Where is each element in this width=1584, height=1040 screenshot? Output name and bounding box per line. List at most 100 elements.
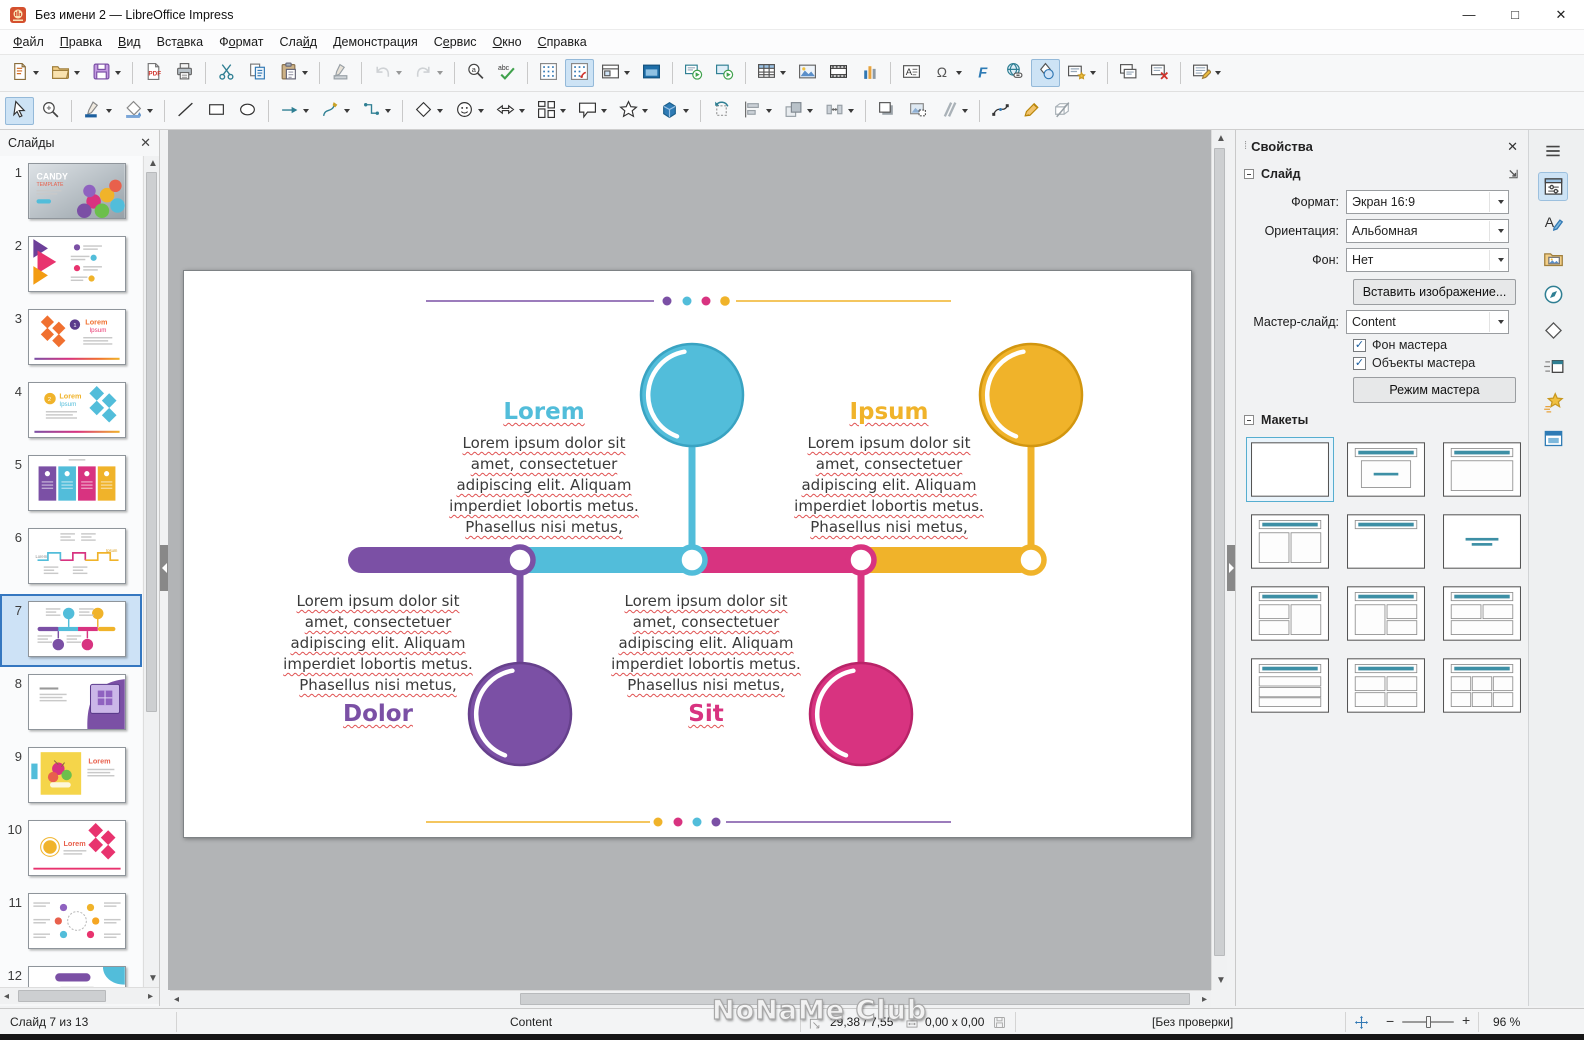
chevron-down-icon[interactable]	[74, 71, 80, 75]
slide-thumbnail-1[interactable]: 1 CANDY TEMPLATE	[0, 156, 142, 229]
chevron-down-icon[interactable]	[1489, 192, 1507, 212]
find-replace-button[interactable]: a	[461, 59, 490, 87]
layout-option-3[interactable]	[1438, 437, 1526, 502]
select-button[interactable]	[5, 96, 34, 125]
align-button[interactable]	[738, 97, 777, 125]
connectors-button[interactable]	[357, 97, 396, 125]
sidebar-tab-master-slides[interactable]	[1538, 424, 1568, 453]
layout-option-10[interactable]	[1246, 653, 1334, 718]
filter-button[interactable]	[934, 97, 973, 125]
menu-Сервис[interactable]: Сервис	[426, 32, 485, 52]
properties-close-icon[interactable]: ✕	[1507, 139, 1518, 155]
layout-option-4[interactable]	[1246, 509, 1334, 574]
zoom-slider[interactable]	[1402, 1016, 1454, 1028]
line-button[interactable]	[171, 97, 200, 125]
open-button[interactable]	[46, 59, 85, 87]
master-objects-checkbox[interactable]: ✓ Объекты мастера	[1353, 356, 1520, 370]
background-select[interactable]: Нет	[1346, 248, 1509, 272]
right-panel-collapse-handle[interactable]	[1227, 545, 1235, 591]
left-panel-collapse-handle[interactable]	[160, 545, 168, 591]
start-first-slide-button[interactable]	[679, 59, 708, 87]
zoom-out-button[interactable]: −	[1386, 1013, 1394, 1029]
layout-option-12[interactable]	[1438, 653, 1526, 718]
insert-image-button[interactable]: Вставить изображение...	[1353, 279, 1516, 305]
slide-preview-circle-timeline[interactable]	[28, 601, 126, 657]
insert-image-button[interactable]	[793, 59, 822, 87]
layout-option-11[interactable]	[1342, 653, 1430, 718]
insert-chart-button[interactable]	[855, 59, 884, 87]
slide-preview-color-arrows[interactable]	[28, 236, 126, 292]
edit-points-button[interactable]	[986, 97, 1015, 125]
slide-preview-candy-photo[interactable]: CANDY TEMPLATE	[28, 163, 126, 219]
special-char-button[interactable]: Ω	[928, 59, 967, 87]
layouts-section-header[interactable]: Макеты	[1244, 409, 1520, 431]
zoom-slider-thumb[interactable]	[1425, 1016, 1431, 1028]
sidebar-tab-animation[interactable]	[1538, 388, 1568, 417]
chevron-down-icon[interactable]	[302, 71, 308, 75]
slides-horizontal-scrollbar[interactable]: ◂ ▸	[0, 987, 159, 1004]
basic-shapes-button[interactable]	[409, 97, 448, 125]
chevron-down-icon[interactable]	[956, 71, 962, 75]
canvas-horizontal-scrollbar[interactable]: ◂ ▸	[170, 990, 1211, 1007]
menu-Формат[interactable]: Формат	[211, 32, 271, 52]
menu-Слайд[interactable]: Слайд	[272, 32, 326, 52]
master-view-button[interactable]	[637, 59, 666, 87]
fill-color-button[interactable]	[119, 97, 158, 125]
canvas-vertical-scrollbar[interactable]: ▲ ▼	[1211, 130, 1227, 990]
delete-slide-button[interactable]	[1145, 59, 1174, 87]
duplicate-slide-button[interactable]	[1114, 59, 1143, 87]
slide-thumbnail-3[interactable]: 3 1 Lorem Ipsum	[0, 302, 142, 375]
zoom-percent-status[interactable]: 96 %	[1493, 1015, 1520, 1029]
chevron-down-icon[interactable]	[642, 108, 648, 113]
chevron-down-icon[interactable]	[848, 108, 854, 113]
fit-slide-icon[interactable]	[1354, 1015, 1369, 1033]
sidebar-tab-shapes[interactable]	[1538, 316, 1568, 345]
timeline-text-ipsum[interactable]: Lorem ipsum dolor sit amet, consectetuer…	[791, 433, 987, 538]
zoom-button[interactable]	[36, 97, 65, 125]
draw-functions-button[interactable]	[1031, 59, 1060, 87]
lines-arrows-button[interactable]	[275, 97, 314, 125]
stars-button[interactable]	[614, 97, 653, 125]
insert-slide-button[interactable]	[1062, 59, 1101, 87]
dialog-launcher-icon[interactable]: ⇲	[1509, 168, 1518, 181]
chevron-down-icon[interactable]	[962, 108, 968, 113]
distribute-button[interactable]	[820, 97, 859, 125]
timeline-heading-sit[interactable]: Sit	[606, 701, 806, 727]
rectangle-button[interactable]	[202, 97, 231, 125]
slide-preview-gift-purple[interactable]	[28, 674, 126, 730]
block-arrows-button[interactable]	[491, 97, 530, 125]
master-slide-status[interactable]: Content	[510, 1015, 552, 1029]
layout-option-8[interactable]	[1342, 581, 1430, 646]
slide-preview-circle-diagram[interactable]	[28, 893, 126, 949]
paste-button[interactable]	[274, 59, 313, 87]
slide-number-status[interactable]: Слайд 7 из 13	[10, 1015, 88, 1029]
chevron-down-icon[interactable]	[519, 108, 525, 113]
checkbox-checked-icon[interactable]: ✓	[1353, 338, 1366, 352]
chevron-down-icon[interactable]	[766, 108, 772, 113]
layout-option-5[interactable]	[1342, 509, 1430, 574]
timeline-text-sit[interactable]: Lorem ipsum dolor sit amet, consectetuer…	[608, 591, 804, 696]
chevron-down-icon[interactable]	[1489, 250, 1507, 270]
layout-option-7[interactable]	[1246, 581, 1334, 646]
chevron-down-icon[interactable]	[1090, 71, 1096, 75]
chevron-down-icon[interactable]	[478, 108, 484, 113]
timeline-heading-ipsum[interactable]: Ipsum	[789, 399, 989, 425]
layout-option-2[interactable]	[1342, 437, 1430, 502]
menu-Окно[interactable]: Окно	[485, 32, 530, 52]
slide-thumbnail-6[interactable]: 6 Lorem Ipsum	[0, 521, 142, 594]
chevron-down-icon[interactable]	[624, 71, 630, 75]
maximize-button[interactable]: □	[1492, 0, 1538, 30]
slide-preview-blue-diamonds[interactable]: 2 Lorem Ipsum	[28, 382, 126, 438]
slide-editing-area[interactable]: Lorem Lorem ipsum dolor sit amet, consec…	[183, 270, 1192, 838]
layout-option-9[interactable]	[1438, 581, 1526, 646]
toggle-extrusion-button[interactable]	[1048, 97, 1077, 125]
cut-button[interactable]	[212, 59, 241, 87]
master-slide-select[interactable]: Content	[1346, 310, 1509, 334]
insert-textbox-button[interactable]: A	[897, 59, 926, 87]
sidebar-tab-properties[interactable]	[1538, 172, 1568, 201]
chevron-down-icon[interactable]	[147, 108, 153, 113]
collapse-icon[interactable]	[1244, 169, 1254, 179]
timeline-heading-lorem[interactable]: Lorem	[444, 399, 644, 425]
glue-points-button[interactable]	[1017, 97, 1046, 125]
timeline-heading-dolor[interactable]: Dolor	[278, 701, 478, 727]
